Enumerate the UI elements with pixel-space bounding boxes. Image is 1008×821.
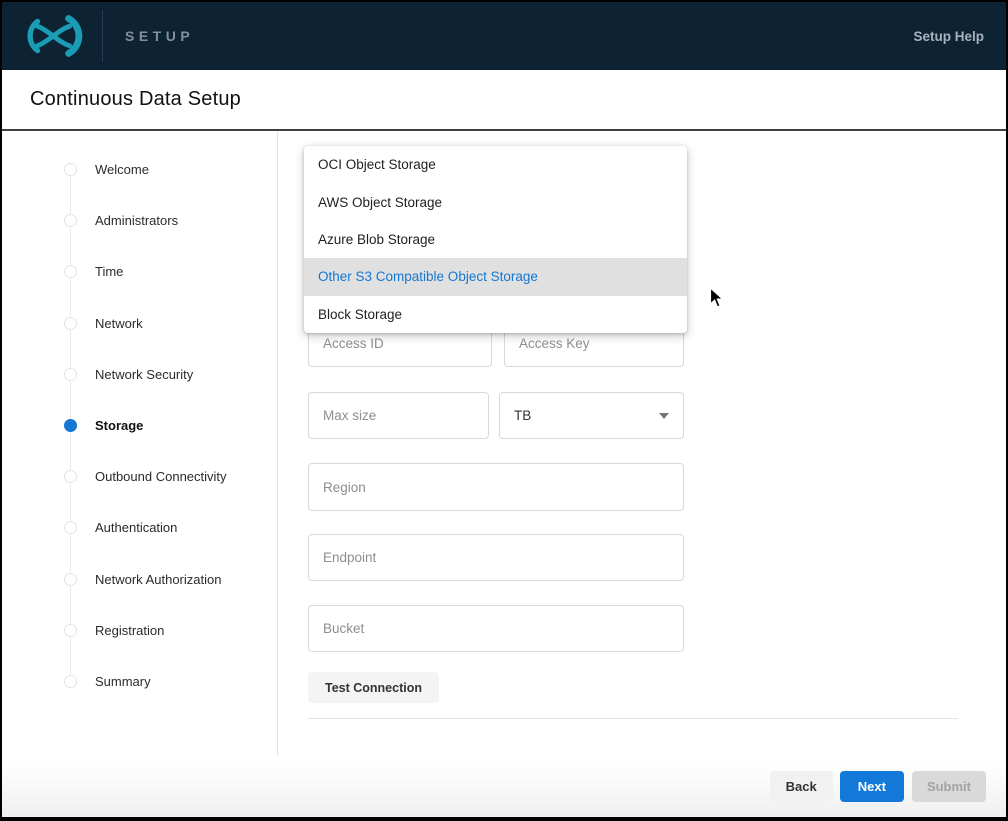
step-circle-icon	[64, 573, 77, 586]
step-circle-icon	[64, 624, 77, 637]
step-label: Outbound Connectivity	[95, 469, 227, 484]
step-circle-icon	[64, 675, 77, 688]
next-button[interactable]: Next	[840, 771, 904, 802]
wizard-stepper-sidebar: Welcome Administrators Time Network Netw…	[2, 131, 278, 756]
stepper-item-welcome[interactable]: Welcome	[64, 144, 277, 195]
step-label: Registration	[95, 623, 164, 638]
brand-setup-label: SETUP	[125, 28, 194, 44]
stepper-item-summary[interactable]: Summary	[64, 656, 277, 707]
size-unit-select[interactable]: TB	[499, 392, 684, 439]
main-area: Welcome Administrators Time Network Netw…	[2, 131, 1006, 756]
page-title: Continuous Data Setup	[30, 88, 241, 111]
size-unit-value: TB	[514, 408, 659, 423]
dropdown-option-azure[interactable]: Azure Blob Storage	[304, 221, 687, 258]
region-input[interactable]	[308, 463, 684, 511]
step-circle-icon	[64, 470, 77, 483]
dropdown-option-block[interactable]: Block Storage	[304, 296, 687, 333]
step-label: Summary	[95, 674, 151, 689]
dropdown-option-other-s3[interactable]: Other S3 Compatible Object Storage	[304, 258, 687, 295]
step-circle-icon	[64, 521, 77, 534]
dropdown-option-oci[interactable]: OCI Object Storage	[304, 146, 687, 183]
test-connection-button[interactable]: Test Connection	[308, 672, 439, 703]
step-circle-active-icon	[64, 419, 77, 432]
top-navbar: SETUP Setup Help	[2, 2, 1006, 70]
storage-type-dropdown-menu: OCI Object Storage AWS Object Storage Az…	[304, 146, 687, 333]
storage-form-panel: TB Test Connection OCI Object Storage AW…	[278, 131, 1006, 756]
step-circle-icon	[64, 214, 77, 227]
max-size-input[interactable]	[308, 392, 489, 439]
stepper-item-time[interactable]: Time	[64, 246, 277, 297]
step-label: Storage	[95, 418, 143, 433]
navbar-divider	[102, 10, 103, 62]
stepper-item-network-security[interactable]: Network Security	[64, 349, 277, 400]
setup-help-link[interactable]: Setup Help	[913, 29, 984, 44]
step-circle-icon	[64, 265, 77, 278]
step-label: Time	[95, 264, 123, 279]
stepper-item-outbound-connectivity[interactable]: Outbound Connectivity	[64, 451, 277, 502]
step-label: Authentication	[95, 520, 177, 535]
stepper-item-registration[interactable]: Registration	[64, 605, 277, 656]
step-label: Network Authorization	[95, 572, 221, 587]
stepper-item-administrators[interactable]: Administrators	[64, 195, 277, 246]
step-label: Welcome	[95, 162, 149, 177]
step-circle-icon	[64, 317, 77, 330]
stepper-item-authentication[interactable]: Authentication	[64, 502, 277, 553]
wizard-footer: Back Next Submit	[2, 756, 1006, 817]
endpoint-input[interactable]	[308, 534, 684, 581]
title-bar: Continuous Data Setup	[2, 70, 1006, 131]
stepper-item-storage[interactable]: Storage	[64, 400, 277, 451]
submit-button[interactable]: Submit	[912, 771, 986, 802]
back-button[interactable]: Back	[770, 771, 833, 802]
mouse-cursor-icon	[709, 287, 724, 309]
stepper-item-network-authorization[interactable]: Network Authorization	[64, 554, 277, 605]
dropdown-option-aws[interactable]: AWS Object Storage	[304, 183, 687, 220]
chevron-down-icon	[659, 413, 669, 419]
form-bottom-divider	[308, 718, 958, 719]
step-circle-icon	[64, 163, 77, 176]
delphix-logo-icon	[24, 13, 86, 59]
step-circle-icon	[64, 368, 77, 381]
step-label: Administrators	[95, 213, 178, 228]
stepper-item-network[interactable]: Network	[64, 298, 277, 349]
step-label: Network Security	[95, 367, 193, 382]
step-label: Network	[95, 316, 143, 331]
bucket-input[interactable]	[308, 605, 684, 652]
